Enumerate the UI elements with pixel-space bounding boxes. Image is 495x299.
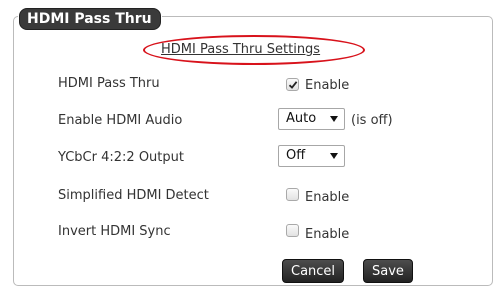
section-title: HDMI Pass Thru Settings (161, 42, 321, 57)
ycbcr-output-select[interactable]: Off (278, 145, 345, 167)
invert-hdmi-sync-label: Invert HDMI Sync (58, 224, 171, 239)
simplified-hdmi-detect-checkbox[interactable] (286, 188, 299, 201)
cancel-button[interactable]: Cancel (282, 259, 345, 283)
ycbcr-output-select-value: Off (286, 148, 306, 163)
hdmi-pass-thru-enable-label: Enable (305, 78, 350, 93)
invert-hdmi-sync-checkbox[interactable] (286, 224, 299, 237)
simplified-hdmi-detect-enable-label: Enable (305, 190, 350, 205)
hdmi-audio-select[interactable]: Auto (278, 108, 345, 130)
hdmi-pass-thru-checkbox[interactable] (286, 78, 299, 91)
fieldset-legend: HDMI Pass Thru (19, 8, 161, 30)
invert-hdmi-sync-enable-label: Enable (305, 227, 350, 242)
checkmark-icon (288, 81, 298, 89)
hdmi-pass-thru-label: HDMI Pass Thru (58, 76, 160, 91)
hdmi-audio-select-value: Auto (286, 111, 317, 126)
chevron-down-icon (330, 153, 338, 159)
hdmi-audio-status-hint: (is off) (351, 113, 393, 128)
ycbcr-output-label: YCbCr 4:2:2 Output (58, 150, 184, 165)
simplified-hdmi-detect-label: Simplified HDMI Detect (58, 188, 209, 203)
enable-hdmi-audio-label: Enable HDMI Audio (58, 113, 183, 128)
chevron-down-icon (330, 116, 338, 122)
save-button[interactable]: Save (363, 259, 413, 283)
